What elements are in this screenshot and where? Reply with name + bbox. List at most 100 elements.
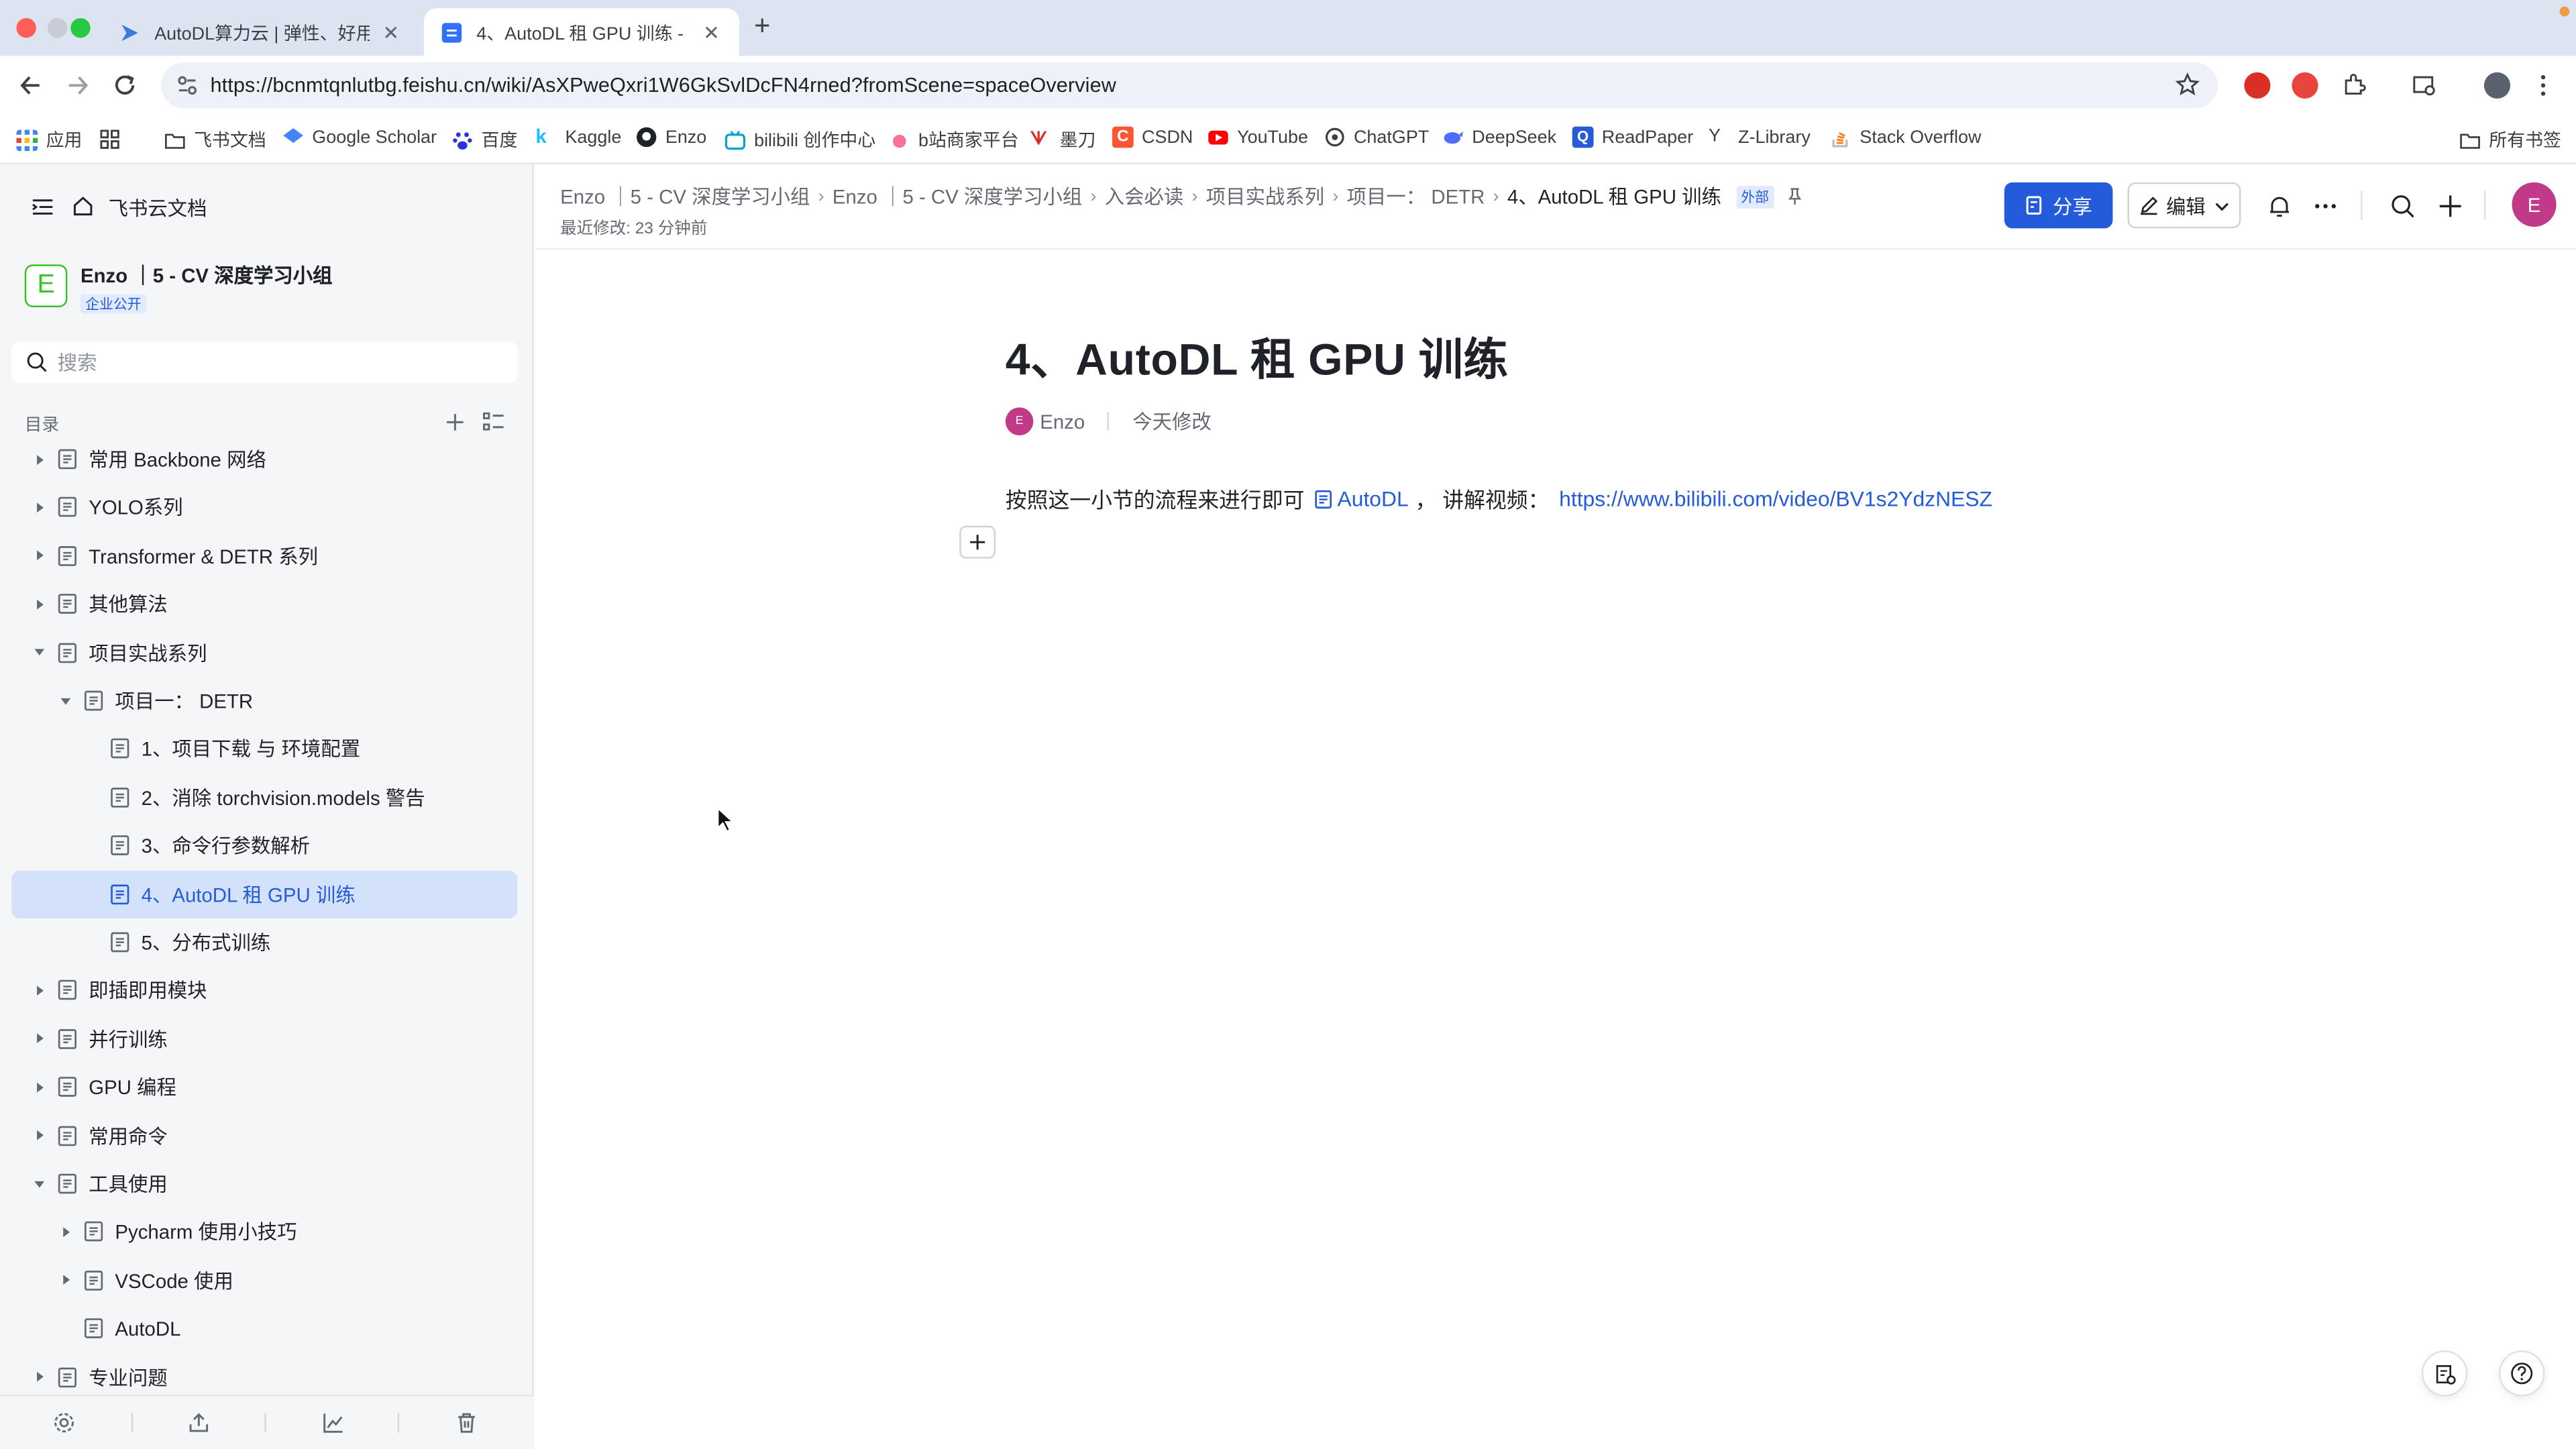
share-button[interactable]: 分享 — [2004, 182, 2113, 229]
pin-icon[interactable] — [1785, 187, 1803, 205]
doc-outline-button[interactable] — [2421, 1350, 2468, 1397]
toc-item[interactable]: AutoDL — [11, 1305, 517, 1352]
new-tab-button[interactable]: + — [747, 11, 777, 41]
extensions-puzzle-icon[interactable] — [2341, 72, 2367, 99]
bookmark-bilibili[interactable]: bilibili 创作中心 — [724, 127, 875, 153]
document-title[interactable]: 4、AutoDL 租 GPU 训练 — [1006, 323, 1509, 388]
author-avatar[interactable]: E — [1005, 407, 1034, 435]
caret-right-icon[interactable] — [32, 547, 48, 564]
help-button[interactable] — [2498, 1350, 2545, 1397]
toc-item[interactable]: 1、项目下载 与 环境配置 — [11, 725, 517, 773]
forward-arrow-icon[interactable] — [62, 70, 92, 100]
caret-down-icon[interactable] — [32, 644, 48, 660]
toc-item[interactable]: 项目一： DETR — [11, 677, 517, 724]
bookmark-star-icon[interactable] — [2175, 72, 2200, 97]
browser-tab-autodl[interactable]: AutoDL算力云 | 弹性、好用、省 ✕ — [102, 8, 419, 56]
back-arrow-icon[interactable] — [16, 70, 46, 100]
search-icon[interactable] — [2390, 194, 2415, 219]
bookmark-deepseek[interactable]: DeepSeek — [1442, 127, 1556, 148]
breadcrumb-item[interactable]: 入会必读 — [1105, 182, 1184, 211]
autodl-doc-link[interactable]: AutoDL — [1314, 486, 1409, 511]
toc-item[interactable]: Pycharm 使用小技巧 — [11, 1208, 517, 1256]
site-info-icon[interactable] — [176, 74, 199, 97]
caret-right-icon[interactable] — [32, 451, 48, 467]
close-window-button[interactable] — [16, 17, 36, 38]
caret-right-icon[interactable] — [32, 596, 48, 612]
toc-item[interactable]: YOLO系列 — [11, 484, 517, 531]
tab-groups-icon[interactable] — [100, 129, 119, 149]
toc-item[interactable]: GPU 编程 — [11, 1063, 517, 1111]
bookmark-baidu[interactable]: 百度 — [451, 127, 517, 153]
bookmark-chatgpt[interactable]: ChatGPT — [1324, 127, 1429, 148]
toc-item[interactable]: 项目实战系列 — [11, 629, 517, 676]
create-new-icon[interactable] — [2438, 194, 2463, 219]
toc-item[interactable]: 2、消除 torchvision.models 警告 — [11, 773, 517, 821]
add-node-icon[interactable] — [445, 413, 465, 432]
toc-item[interactable]: 并行训练 — [11, 1015, 517, 1063]
home-label[interactable]: 飞书云文档 — [109, 194, 207, 222]
reload-icon[interactable] — [110, 70, 140, 100]
extension-icon[interactable] — [2292, 72, 2318, 99]
caret-right-icon[interactable] — [32, 499, 48, 515]
bookmark-b-merchant[interactable]: b站商家平台 — [889, 127, 1019, 153]
toc-item[interactable]: Transformer & DETR 系列 — [11, 532, 517, 580]
bookmark-apps[interactable]: 应用 — [16, 127, 82, 153]
bookmark-enzo[interactable]: Enzo — [636, 127, 706, 148]
toc-item[interactable]: 4、AutoDL 租 GPU 训练 — [11, 869, 518, 918]
caret-down-icon[interactable] — [32, 1175, 48, 1191]
notification-bell-icon[interactable] — [2267, 194, 2292, 219]
all-bookmarks[interactable]: 所有书签 — [2459, 127, 2561, 153]
document-paragraph[interactable]: 按照这一小节的流程来进行即可 AutoDL ， 讲解视频： https://ww… — [1006, 483, 1992, 515]
zoom-window-button[interactable] — [70, 17, 91, 38]
minimize-window-button[interactable] — [48, 17, 68, 38]
breadcrumb-item[interactable]: 项目实战系列 — [1206, 182, 1324, 211]
toc-item[interactable]: 工具使用 — [11, 1160, 517, 1208]
bookmark-modao[interactable]: ᗐ 墨刀 — [1030, 127, 1096, 153]
bookmark-youtube[interactable]: YouTube — [1208, 127, 1308, 148]
trash-icon[interactable] — [455, 1411, 478, 1434]
edit-mode-button[interactable]: 编辑 — [2127, 182, 2241, 229]
tab-search-icon[interactable] — [2412, 72, 2438, 99]
close-tab-icon[interactable]: ✕ — [380, 21, 402, 44]
toc-item[interactable]: 其他算法 — [11, 580, 517, 628]
close-tab-icon[interactable]: ✕ — [700, 21, 722, 44]
user-avatar[interactable]: E — [2512, 182, 2557, 227]
collapse-sidebar-icon[interactable] — [32, 195, 54, 218]
bookmark-stack-overflow[interactable]: Stack Overflow — [1830, 127, 1981, 148]
sidebar-search[interactable]: 搜索 — [11, 341, 518, 383]
breadcrumb-item[interactable]: 项目一： DETR — [1347, 182, 1485, 211]
bookmark-kaggle[interactable]: k Kaggle — [535, 125, 621, 148]
caret-right-icon[interactable] — [32, 982, 48, 998]
browser-menu-icon[interactable] — [2533, 72, 2553, 99]
bookmark-readpaper[interactable]: Q ReadPaper — [1572, 126, 1693, 148]
author-name[interactable]: Enzo — [1040, 410, 1085, 433]
toc-item[interactable]: 3、命令行参数解析 — [11, 822, 517, 869]
breadcrumb-item[interactable]: Enzo ｜5 - CV 深度学习小组 — [560, 182, 810, 211]
bookmark-zlibrary[interactable]: Y Z-Library — [1709, 127, 1811, 148]
bilibili-video-link[interactable]: https://www.bilibili.com/video/BV1s2YdzN… — [1559, 486, 1992, 511]
caret-right-icon[interactable] — [32, 1030, 48, 1046]
toc-item[interactable]: 专业问题 — [11, 1353, 517, 1401]
caret-right-icon[interactable] — [32, 1368, 48, 1385]
settings-gear-icon[interactable] — [52, 1411, 75, 1434]
browser-tab-feishu[interactable]: 4、AutoDL 租 GPU 训练 - 飞书 ✕ — [423, 8, 740, 56]
toc-item[interactable]: 即插即用模块 — [11, 967, 517, 1014]
home-icon[interactable] — [72, 195, 94, 217]
caret-right-icon[interactable] — [32, 1079, 48, 1095]
toc-item[interactable]: 常用命令 — [11, 1112, 517, 1159]
bookmark-google-scholar[interactable]: Google Scholar — [282, 127, 437, 148]
adblock-extension-icon[interactable] — [2244, 72, 2271, 99]
toc-item[interactable]: 5、分布式训练 — [11, 918, 517, 966]
share-out-icon[interactable] — [187, 1411, 210, 1434]
toc-item[interactable]: VSCode 使用 — [11, 1256, 517, 1304]
bookmark-csdn[interactable]: C CSDN — [1112, 126, 1193, 148]
toc-list-icon[interactable] — [483, 412, 504, 432]
caret-down-icon[interactable] — [58, 692, 74, 708]
space-name[interactable]: Enzo ｜5 - CV 深度学习小组 — [80, 261, 333, 289]
toc-item[interactable]: 常用 Backbone 网络 — [11, 435, 517, 483]
profile-avatar[interactable] — [2483, 72, 2511, 99]
bookmark-feishu-docs[interactable]: 飞书文档 — [164, 127, 266, 153]
analytics-chart-icon[interactable] — [322, 1411, 345, 1434]
caret-right-icon[interactable] — [32, 1127, 48, 1143]
address-bar[interactable]: https://bcnmtqnlutbg.feishu.cn/wiki/AsXP… — [161, 62, 2218, 109]
